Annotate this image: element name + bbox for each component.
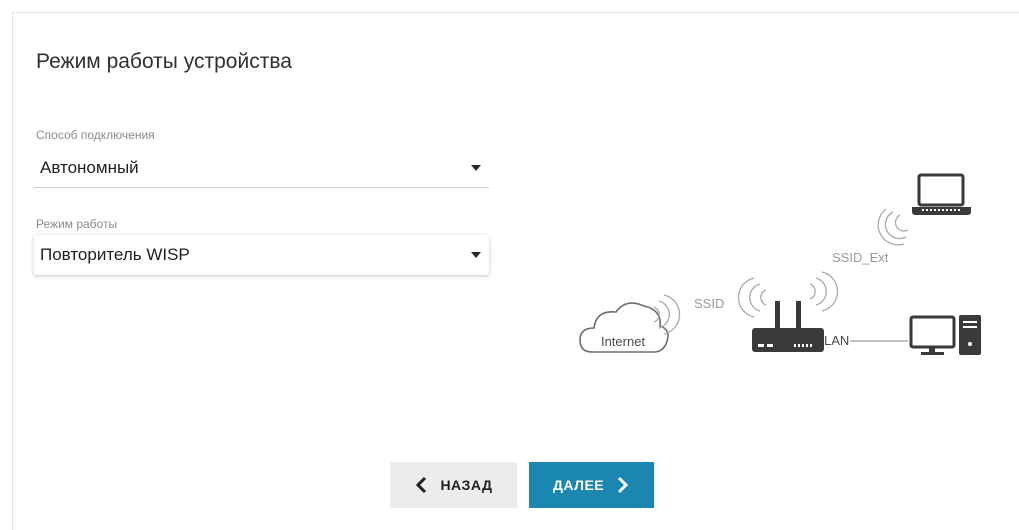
next-button-label: ДАЛЕЕ [552,477,605,493]
router-icon [752,301,824,352]
back-button-label: НАЗАД [440,477,493,493]
mode-label: Режим работы [36,217,118,231]
ssid-ext-label: SSID_Ext [832,250,889,265]
internet-label: Internet [601,334,645,349]
chevron-down-icon [471,252,481,258]
connection-select[interactable]: Автономный [34,148,489,188]
connection-value: Автономный [40,157,139,177]
page-title: Режим работы устройства [36,50,292,73]
chevron-down-icon [471,164,481,171]
laptop-icon [912,173,971,215]
lan-label: LAN [824,333,849,348]
back-button[interactable]: НАЗАД [390,462,517,508]
next-button[interactable]: ДАЛЕЕ [529,462,654,508]
chevron-left-icon [416,476,427,494]
chevron-right-icon [618,476,629,494]
mode-value: Повторитель WISP [40,245,190,264]
network-diagram: Internet SSID LAN SSID_Ext [579,173,981,355]
desktop-computer-icon [909,315,981,355]
connection-label: Способ подключения [36,128,155,142]
router-signal-right-icon [809,271,839,312]
router-signal-left-icon [737,277,767,318]
internet-cloud-icon: Internet [579,302,669,353]
laptop-signal-icon [877,208,909,246]
mode-select[interactable]: Повторитель WISP [34,235,489,275]
ssid-label: SSID [694,296,724,311]
